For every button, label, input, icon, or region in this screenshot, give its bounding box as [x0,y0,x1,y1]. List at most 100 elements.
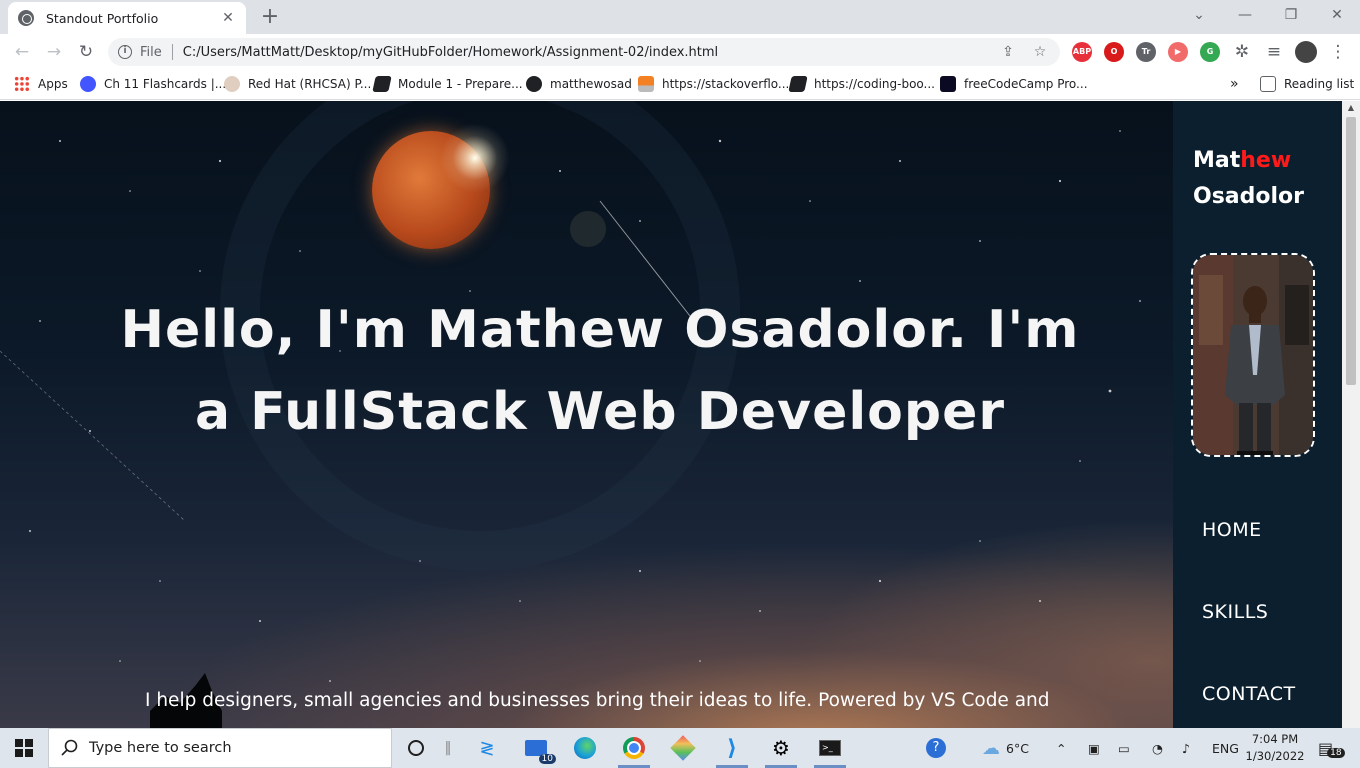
clock-date: 1/30/2022 [1245,749,1305,763]
system-clock[interactable]: 7:04 PM 1/30/2022 [1244,731,1306,765]
close-window-button[interactable]: ✕ [1314,0,1360,30]
bookmark-label: freeCodeCamp Pro... [964,77,1088,91]
start-button[interactable] [0,728,48,768]
github-icon [526,76,542,92]
nav-link-contact[interactable]: CONTACT [1202,683,1296,705]
bookmark-star-icon[interactable]: ☆ [1030,44,1050,60]
reading-list-icon [1260,76,1276,92]
profile-avatar[interactable] [1294,40,1318,64]
bookmark-github[interactable]: matthewosad [526,70,632,98]
bookmark-label: Red Hat (RHCSA) P... [248,77,372,91]
minimize-button[interactable]: — [1222,0,1268,30]
media-extension-icon[interactable]: ▶ [1168,42,1188,62]
forward-button[interactable]: → [42,40,66,64]
brand-logo[interactable]: Mathew Osadolor [1193,143,1304,215]
tab-title: Standout Portfolio [46,10,159,26]
globe-icon [18,10,34,26]
nav-link-skills[interactable]: SKILLS [1202,601,1268,623]
quizlet-icon [80,76,96,92]
show-hidden-icons-button[interactable]: ⌃ [1056,728,1066,768]
hero-section: Hello, I'm Mathew Osadolor. I'm a FullSt… [0,101,1173,728]
omnibox-divider [171,44,173,60]
search-placeholder: Type here to search [89,740,232,756]
mail-icon[interactable]: 10 [522,734,556,764]
vs-code-insiders-icon[interactable]: ≷ [473,734,501,762]
brand-first-name: Mat [1193,148,1241,173]
battery-icon[interactable]: ▭ [1118,728,1130,768]
sun-flare [440,123,510,193]
bookmark-label: Module 1 - Prepare... [398,77,523,91]
bookmark-apps[interactable]: Apps [14,70,68,98]
tab-strip: Standout Portfolio ✕ + ⌄ — ❐ ✕ [0,0,1360,34]
gitkraken-icon[interactable] [669,734,697,762]
browser-menu-icon[interactable]: ⋮ [1326,40,1350,64]
terminal-icon[interactable]: >_ [816,734,844,762]
reload-button[interactable]: ↻ [74,40,98,64]
meet-now-icon[interactable]: ▣ [1088,728,1100,768]
bookmark-label: Ch 11 Flashcards |... [104,77,227,91]
sidebar-nav: Mathew Osadolor HOME SKILLS CONTACT [1173,101,1342,728]
page-icon [372,76,392,92]
volume-icon[interactable]: ♪ [1182,728,1190,768]
apps-grid-icon [14,76,30,92]
scrollbar-thumb[interactable] [1346,117,1356,385]
media-controls-icon[interactable]: ≡ [1262,40,1286,64]
language-indicator[interactable]: ENG [1212,728,1239,768]
windows-logo-icon [15,739,33,757]
search-icon [61,739,78,756]
bookmark-freecodecamp[interactable]: freeCodeCamp Pro... [940,70,1088,98]
profile-photo [1191,253,1315,457]
bookmark-module1[interactable]: Module 1 - Prepare... [372,70,523,98]
cortana-icon[interactable] [402,734,430,762]
page-viewport: Hello, I'm Mathew Osadolor. I'm a FullSt… [0,101,1360,728]
tab-search-icon[interactable]: ⌄ [1176,0,1222,30]
page-scrollbar[interactable]: ▲ [1342,101,1360,728]
settings-gear-icon[interactable]: ⚙ [767,734,795,762]
bookmarks-overflow-button[interactable]: » [1230,70,1239,98]
translate-extension-icon[interactable]: Tr [1136,42,1156,62]
brand-last-name: Osadolor [1193,184,1305,209]
browser-toolbar: ← → ↻ i File C:/Users/MattMatt/Desktop/m… [0,34,1360,70]
address-bar[interactable]: i File C:/Users/MattMatt/Desktop/myGitHu… [108,38,1060,66]
chrome-icon[interactable] [620,734,648,762]
bookmark-label: https://coding-boo... [814,77,935,91]
share-icon[interactable]: ⇪ [998,44,1018,60]
vs-code-icon[interactable]: ⟩ [718,734,746,762]
freecodecamp-icon [940,76,956,92]
brand-first-name-accent: hew [1240,148,1292,173]
udemy-icon [224,76,240,92]
clock-time: 7:04 PM [1251,732,1299,746]
new-tab-button[interactable]: + [258,4,282,30]
bookmark-label: matthewosad [550,77,632,91]
help-icon[interactable]: ? [922,734,950,762]
wifi-icon[interactable]: ◔ [1152,728,1163,768]
hero-title: Hello, I'm Mathew Osadolor. I'm a FullSt… [120,300,1080,442]
bookmark-quizlet[interactable]: Ch 11 Flashcards |... [80,70,226,98]
scroll-up-arrow[interactable]: ▲ [1342,101,1360,115]
close-tab-icon[interactable]: ✕ [220,10,236,26]
temperature-text: 6°C [1006,740,1029,756]
extensions-puzzle-icon[interactable]: ✲ [1230,40,1254,64]
opera-extension-icon[interactable]: O [1104,42,1124,62]
info-icon[interactable]: i [118,45,132,59]
bookmark-redhat[interactable]: Red Hat (RHCSA) P... [224,70,371,98]
weather-widget[interactable]: ☁ 6°C [982,728,1029,768]
bookmark-codingboot[interactable]: https://coding-boo... [788,70,935,98]
bookmark-stackoverflow[interactable]: https://stackoverflo... [638,70,789,98]
reading-list-button[interactable]: Reading list [1260,70,1354,98]
bookmarks-bar: Apps Ch 11 Flashcards |... Red Hat (RHCS… [0,70,1360,100]
url-text[interactable]: C:/Users/MattMatt/Desktop/myGitHubFolder… [183,45,986,60]
back-button[interactable]: ← [10,40,34,64]
taskbar-search[interactable]: Type here to search [48,728,392,768]
color-extension-icon[interactable]: G [1200,42,1220,62]
windows-taskbar: Type here to search ‖ ≷ 10 ⟩ ⚙ >_ ? ☁ 6°… [0,728,1360,768]
edge-icon[interactable] [571,734,599,762]
notification-count: 18 [1327,748,1345,758]
browser-tab[interactable]: Standout Portfolio ✕ [8,2,246,34]
page-icon [788,76,808,92]
adblock-extension-icon[interactable]: ABP [1072,42,1092,62]
task-view-divider: ‖ [444,740,452,756]
restore-button[interactable]: ❐ [1268,0,1314,30]
notification-center-button[interactable]: ▤ 18 [1318,728,1345,768]
nav-link-home[interactable]: HOME [1202,519,1262,541]
